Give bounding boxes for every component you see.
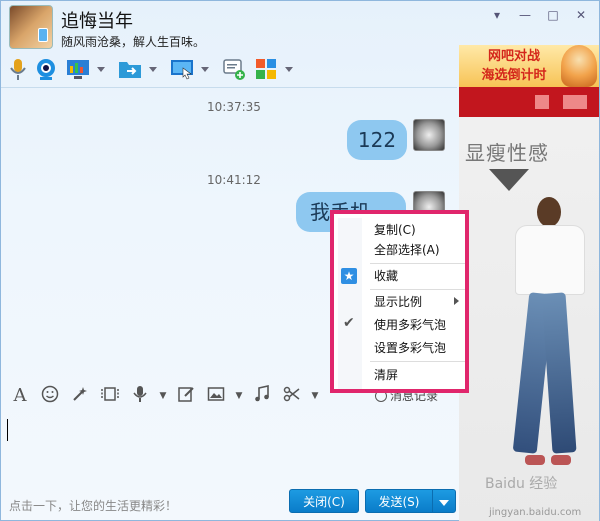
maximize-button[interactable]: □ xyxy=(539,5,567,25)
footer-tip[interactable]: 点击一下，让您的生活更精彩！ xyxy=(9,497,177,514)
music-icon[interactable] xyxy=(251,385,273,407)
chevron-down-icon[interactable] xyxy=(97,66,105,72)
edit-icon[interactable] xyxy=(175,385,197,407)
star-icon: ★ xyxy=(341,268,357,284)
model-top xyxy=(515,225,585,295)
contact-nickname: 追悔当年 xyxy=(61,11,133,32)
chevron-down-icon[interactable]: ▼ xyxy=(159,385,167,407)
microphone-icon[interactable] xyxy=(9,56,27,82)
send-file-icon[interactable] xyxy=(117,56,143,82)
watermark: Baidu 经验 xyxy=(485,476,558,492)
ad-title: 显瘦性感 xyxy=(465,141,549,165)
menu-item-zoom[interactable]: 显示比例 xyxy=(374,292,462,312)
voice-message-icon[interactable] xyxy=(129,385,151,407)
model-head xyxy=(537,197,561,227)
chevron-down-icon[interactable]: ▼ xyxy=(235,385,243,407)
video-call-icon[interactable] xyxy=(33,56,59,82)
menu-item-copy[interactable]: 复制(C) xyxy=(374,220,462,240)
context-menu-gutter xyxy=(338,218,362,389)
chevron-down-icon[interactable] xyxy=(285,66,293,72)
send-button[interactable]: 发送(S) xyxy=(365,489,433,513)
emoji-icon[interactable] xyxy=(39,385,61,407)
image-icon[interactable] xyxy=(205,385,227,407)
dropdown-icon[interactable]: ▾ xyxy=(483,5,511,25)
apps-grid-icon[interactable] xyxy=(253,56,279,82)
menu-item-select-all[interactable]: 全部选择(A) xyxy=(374,240,462,260)
triangle-icon xyxy=(489,169,529,191)
model-shoe xyxy=(551,455,571,465)
chevron-down-icon xyxy=(439,499,449,506)
menu-item-use-colorful-bubble[interactable]: 使用多彩气泡 xyxy=(374,315,462,335)
close-chat-button[interactable]: 关闭(C) xyxy=(289,489,359,513)
check-icon: ✔ xyxy=(343,315,355,331)
message-bubble[interactable]: 122 xyxy=(347,120,407,160)
menu-item-favorite[interactable]: 收藏 xyxy=(374,266,462,286)
magic-wand-icon[interactable] xyxy=(69,385,91,407)
close-button[interactable]: ✕ xyxy=(567,5,595,25)
chevron-down-icon[interactable]: ▼ xyxy=(311,385,319,407)
ad-banner-line2: 海选倒计时 xyxy=(481,68,547,83)
menu-item-clear-screen[interactable]: 清屏 xyxy=(374,365,462,385)
chevron-down-icon[interactable] xyxy=(201,66,209,72)
menu-separator xyxy=(370,361,465,362)
chat-toolbar xyxy=(1,51,457,87)
ad-header-strip xyxy=(459,87,599,117)
ad-banner[interactable]: 网吧对战 海选倒计时 xyxy=(459,45,599,87)
font-icon[interactable]: A xyxy=(9,385,31,407)
text-caret xyxy=(7,419,8,441)
window-controls: ▾ — □ ✕ xyxy=(483,5,595,25)
app-add-icon[interactable] xyxy=(221,56,247,82)
message-input[interactable] xyxy=(1,411,457,491)
avatar[interactable] xyxy=(413,119,445,151)
avatar[interactable] xyxy=(9,5,53,49)
film-icon[interactable] xyxy=(99,385,121,407)
ad-panel[interactable]: 网吧对战 海选倒计时 显瘦性感 Baidu 经验 jingyan.baidu.c… xyxy=(459,45,599,521)
menu-separator xyxy=(370,289,465,290)
menu-item-set-colorful-bubble[interactable]: 设置多彩气泡 xyxy=(374,338,462,358)
remote-desktop-icon[interactable] xyxy=(65,56,91,82)
chevron-down-icon[interactable] xyxy=(149,66,157,72)
contact-signature: 随风雨沧桑，解人生百味。 xyxy=(61,35,206,49)
chevron-right-icon xyxy=(454,297,459,305)
ad-banner-line1: 网吧对战 xyxy=(487,49,540,64)
screen-share-icon[interactable] xyxy=(169,56,195,82)
model-shoe xyxy=(525,455,545,465)
message-time: 10:41:12 xyxy=(207,173,261,187)
scissors-icon[interactable] xyxy=(281,385,303,407)
ad-block xyxy=(535,95,549,109)
ad-image[interactable]: 显瘦性感 xyxy=(459,117,599,521)
minimize-button[interactable]: — xyxy=(511,5,539,25)
ad-banner-text: 网吧对战 海选倒计时 xyxy=(469,47,559,85)
model-leg xyxy=(541,292,577,454)
title-bar: 追悔当年 随风雨沧桑，解人生百味。 ▾ — □ ✕ xyxy=(1,1,600,49)
chat-window: 追悔当年 随风雨沧桑，解人生百味。 ▾ — □ ✕ 10:37:35 122 1… xyxy=(0,0,600,521)
ad-block xyxy=(563,95,587,109)
context-menu: 复制(C) 全部选择(A) ★ 收藏 显示比例 ✔ 使用多彩气泡 设置多彩气泡 … xyxy=(330,210,469,393)
watermark-url: jingyan.baidu.com xyxy=(489,507,582,518)
menu-separator xyxy=(370,263,465,264)
message-time: 10:37:35 xyxy=(207,100,261,114)
ad-character-image xyxy=(561,45,597,87)
send-options-button[interactable] xyxy=(432,489,456,513)
